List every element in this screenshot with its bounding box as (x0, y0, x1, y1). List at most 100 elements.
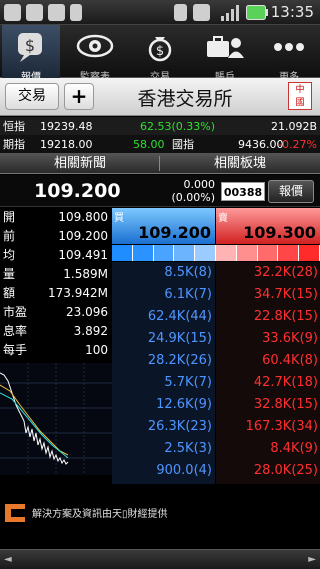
tab-related-news[interactable]: 相關新聞 (0, 153, 160, 174)
bid-level: 6.1K(7) (164, 287, 212, 302)
quote-icon: $ (18, 33, 42, 62)
stat-row: 市盈 23.096 (3, 305, 108, 319)
hsi-row: 恒指 19239.48 62.53(0.33%) 21.092B (0, 117, 320, 136)
ask-level: 32.2K(28) (253, 265, 318, 280)
usb-icon (70, 4, 82, 21)
horizontal-scrollbar[interactable]: ◄ ► (0, 549, 320, 569)
ask-level: 22.8K(15) (253, 309, 318, 324)
depth-segment (174, 245, 196, 261)
depth-segment (112, 245, 133, 261)
stat-row: 額 173.942M (3, 286, 108, 300)
bid-queue: 8.5K(8) 6.1K(7) 62.4K(44) 24.9K(15) 28.2K(26… (112, 262, 215, 484)
footer: 解決方案及資訊由天▯財經提供 (0, 484, 320, 541)
mute-icon (193, 4, 210, 21)
stat-row: 前 109.200 (3, 229, 108, 243)
title-bar: 交易 + 香港交易所 中國 (0, 78, 320, 116)
index-name: 期指 (3, 138, 25, 151)
more-icon (274, 43, 304, 51)
depth-bar (112, 245, 320, 261)
tab-trade[interactable]: $ 交易 (131, 25, 189, 83)
index-value: 19239.48 (40, 120, 93, 133)
depth-segment (257, 245, 279, 261)
depth-segment (278, 245, 300, 261)
bid-level: 62.4K(44) (147, 309, 212, 324)
chat-icon (4, 4, 21, 21)
depth-segment (215, 245, 237, 261)
status-bar: 13:35 (0, 0, 320, 25)
depth-segment (132, 245, 154, 261)
add-button[interactable]: + (64, 83, 94, 110)
bid-level: 24.9K(15) (147, 331, 212, 346)
ask-level: 28.0K(25) (253, 463, 318, 478)
ask-level: 60.4K(8) (262, 353, 318, 368)
stat-row: 均 109.491 (3, 248, 108, 262)
bid-level: 2.5K(3) (164, 441, 212, 456)
index-name: 恒指 (3, 120, 25, 133)
bag-icon (26, 4, 43, 21)
tab-account[interactable]: 賬戶 (196, 25, 254, 83)
tab-related-sector[interactable]: 相關板塊 (160, 153, 320, 174)
signal-icon (221, 5, 239, 21)
index-name-2: 國指 (172, 138, 194, 151)
depth-segment (299, 245, 320, 261)
change-value: 0.000 (183, 178, 216, 191)
svg-text:$: $ (156, 44, 164, 59)
depth-segment (153, 245, 175, 261)
ask-header: 賣 109.300 (216, 208, 320, 244)
quote-header: 109.200 0.000 (0.00%) 00388 報價 (0, 175, 320, 207)
money-bag-icon: $ (148, 37, 172, 62)
stat-row: 每手 100 (3, 343, 108, 357)
china-badge[interactable]: 中國 (288, 82, 312, 110)
bid-level: 8.5K(8) (164, 265, 212, 280)
tab-more[interactable]: 更多 (260, 25, 318, 83)
provider-logo-icon (5, 504, 25, 522)
depth-segment (236, 245, 258, 261)
price-chart (0, 363, 112, 475)
index-value: 19218.00 (40, 138, 93, 151)
tab-quote[interactable]: $ 報價 (2, 25, 60, 83)
futures-row: 期指 19218.00 58.00 國指 9436.00 -0.27% (0, 135, 320, 154)
vibrate-icon (174, 4, 187, 21)
ask-level: 32.8K(15) (253, 397, 318, 412)
intraday-chart[interactable] (0, 363, 112, 475)
ask-level: 42.7K(18) (253, 375, 318, 390)
depth-segment (195, 245, 216, 261)
stats-panel: 開 109.800 前 109.200 均 109.491 量 1.589M 額 173.… (0, 208, 112, 363)
stat-row: 息率 3.892 (3, 324, 108, 338)
last-price: 109.200 (34, 180, 121, 202)
ask-level: 167.3K(34) (245, 419, 318, 434)
trade-button[interactable]: 交易 (5, 83, 59, 110)
ask-level: 8.4K(9) (270, 441, 318, 456)
bid-label: 買 (114, 213, 124, 224)
tab-watchlist[interactable]: 監察表 (66, 25, 124, 83)
main-nav: $ 報價 監察表 $ 交易 賬戶 更多 (0, 25, 320, 83)
stat-row: 量 1.589M (3, 267, 108, 281)
ask-price: 109.300 (243, 223, 316, 242)
price-change: 0.000 (0.00%) (165, 178, 215, 204)
stock-code-input[interactable]: 00388 (221, 182, 265, 201)
quote-button[interactable]: 報價 (268, 180, 314, 203)
account-icon (207, 36, 244, 58)
index-turnover: 21.092B (270, 120, 317, 133)
bid-level: 12.6K(9) (156, 397, 212, 412)
bid-level: 5.7K(7) (164, 375, 212, 390)
change-percent: (0.00%) (171, 191, 215, 204)
index-value-2: 9436.00 (238, 138, 284, 151)
clock: 13:35 (270, 3, 314, 21)
bid-level: 900.0(4) (156, 463, 212, 478)
bid-price: 109.200 (138, 223, 211, 242)
page-title: 香港交易所 (137, 88, 233, 110)
eye-icon (76, 34, 114, 58)
ask-level: 34.7K(15) (253, 287, 318, 302)
scroll-left-icon[interactable]: ◄ (4, 554, 12, 565)
index-change: 58.00 (133, 138, 165, 151)
index-change-2: -0.27% (278, 138, 317, 151)
bid-level: 26.3K(23) (147, 419, 212, 434)
scroll-right-icon[interactable]: ► (308, 554, 316, 565)
sub-tabs: 相關新聞 相關板塊 (0, 153, 320, 174)
gmail-icon (48, 4, 65, 21)
stat-row: 開 109.800 (3, 210, 108, 224)
index-change: 62.53(0.33%) (140, 120, 216, 133)
bid-header: 買 109.200 (112, 208, 215, 244)
ask-level: 33.6K(9) (262, 331, 318, 346)
